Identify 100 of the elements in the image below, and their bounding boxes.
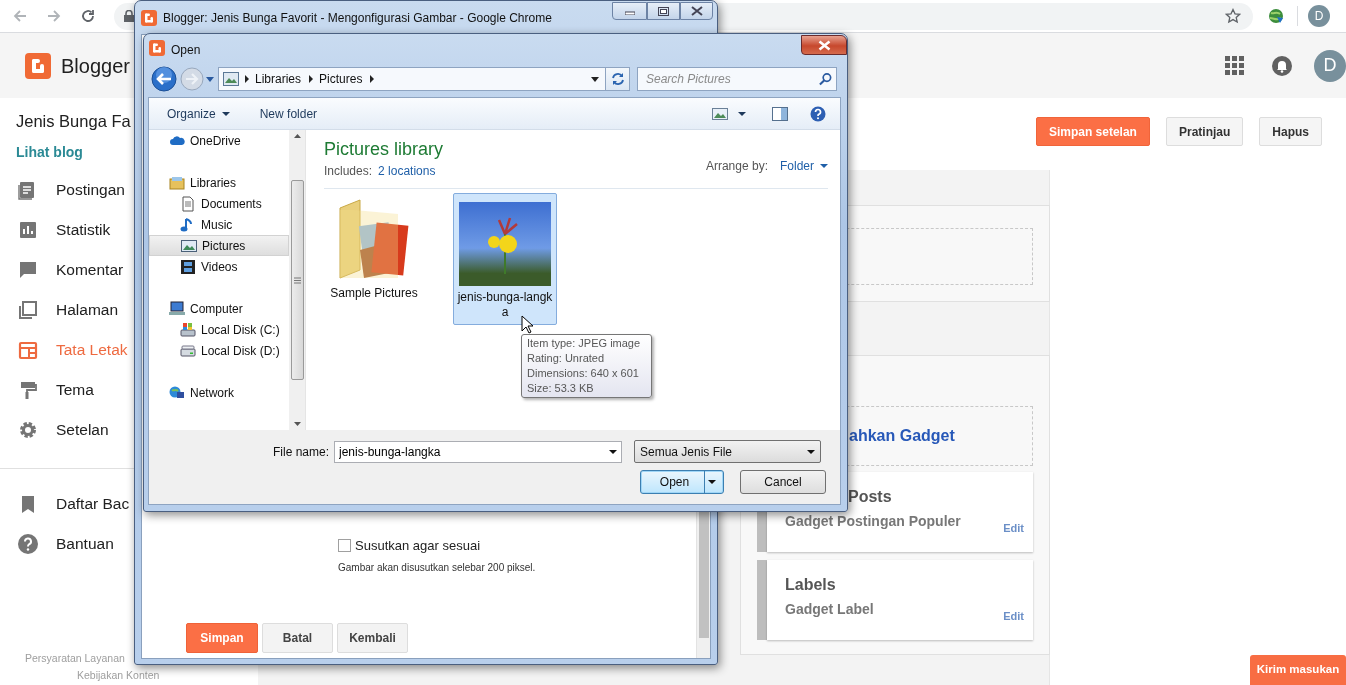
blogger-logo-icon [25, 52, 51, 79]
maximize-icon [658, 6, 669, 16]
globe-extension-icon[interactable] [1267, 8, 1285, 24]
preview-pane-icon [772, 106, 788, 121]
library-title: Pictures library [324, 138, 444, 160]
close-icon [817, 39, 831, 51]
dropdown-caret-icon[interactable] [591, 76, 599, 82]
close-button[interactable] [801, 35, 847, 55]
gadget-title: Labels [785, 575, 837, 595]
scrollbar[interactable] [289, 130, 305, 430]
mouse-pointer-icon [521, 315, 533, 334]
tree-item[interactable]: Videos [149, 256, 289, 277]
field-label: File name: [271, 443, 330, 461]
library-icon [169, 174, 185, 191]
window-title: Blogger: Jenis Bunga Favorit - Mengonfigurasi Gambar - Google Chrome [163, 9, 552, 27]
locations-link[interactable]: 2 locations [378, 164, 436, 178]
drive-icon [180, 342, 196, 359]
tree-item[interactable]: Local Disk (D:) [149, 340, 289, 361]
maximize-button[interactable] [647, 2, 680, 20]
checkbox-label[interactable]: Susutkan agar sesuai [355, 535, 481, 555]
caret-down-icon [707, 480, 716, 484]
search-field[interactable]: Search Pictures [637, 67, 837, 91]
notification-bell-icon[interactable] [1272, 55, 1292, 76]
file-item[interactable]: Sample Pictures [328, 193, 420, 325]
settings-icon [18, 420, 38, 440]
breadcrumb-item[interactable]: Pictures [319, 70, 363, 88]
address-bar[interactable]: Libraries Pictures [218, 67, 606, 91]
tree-item[interactable]: Documents [149, 193, 289, 214]
tree-item[interactable]: Pictures [149, 235, 289, 256]
scroll-up-arrow-icon [293, 134, 301, 138]
action-button[interactable]: Hapus [1259, 117, 1322, 146]
sidebar-item[interactable]: Bantuan [0, 524, 114, 564]
recent-pages-button[interactable] [206, 76, 214, 82]
helper-text: Gambar akan disusutkan selebar 200 piksel. [338, 561, 537, 575]
drive-icon [180, 321, 196, 338]
pages-icon [18, 300, 38, 320]
reload-icon[interactable] [80, 8, 96, 24]
grip-icon [293, 276, 301, 284]
action-button[interactable]: Pratinjau [1165, 117, 1244, 146]
checkbox[interactable] [338, 538, 351, 552]
search-icon [819, 72, 832, 86]
brand-name: Blogger [61, 53, 130, 79]
blogger-logo-icon [149, 40, 165, 56]
view-blog-link[interactable]: Lihat blog [0, 142, 83, 162]
sidebar-item[interactable]: Daftar Bac [0, 484, 130, 524]
gadget-description: Gadget Postingan Populer [785, 512, 961, 531]
sidebar-item[interactable]: Komentar [0, 250, 124, 290]
search-input[interactable]: Search Pictures [646, 70, 819, 88]
tree-item[interactable]: Libraries [149, 172, 289, 193]
gadget-description: Gadget Label [785, 600, 874, 619]
network-icon [169, 384, 185, 401]
picture-view-icon [712, 107, 728, 120]
file-item[interactable]: jenis-bunga-langka [453, 193, 557, 325]
tooltip-line: Item type: JPEG image [527, 336, 642, 351]
sidebar-item[interactable]: Postingan [0, 170, 125, 210]
open-button[interactable]: Open [640, 470, 724, 494]
caret-down-icon [206, 76, 214, 82]
document-icon [180, 195, 196, 212]
sidebar-item[interactable]: Halaman [0, 290, 119, 330]
apps-grid-icon[interactable] [1225, 56, 1244, 75]
caret-down-icon [221, 111, 230, 116]
breadcrumb-item[interactable]: Libraries [255, 70, 302, 88]
close-button[interactable] [680, 2, 713, 20]
refresh-arrows-icon [610, 72, 625, 86]
file-name-field[interactable]: jenis-bunga-langka [334, 440, 622, 463]
dropdown-caret-icon [609, 449, 617, 454]
tree-item[interactable]: Computer [149, 298, 289, 319]
gadget-title: Posts [847, 487, 893, 507]
scroll-down-arrow-icon [293, 422, 301, 426]
dialog-button[interactable]: Batal [262, 623, 333, 653]
caret-down-icon [738, 111, 746, 116]
cancel-button[interactable]: Cancel [740, 470, 826, 494]
lock-icon [124, 10, 134, 22]
includes-label: Includes: [324, 164, 373, 178]
tree-item[interactable]: Network [149, 382, 289, 403]
refresh-button[interactable] [606, 67, 630, 91]
help-icon [810, 105, 826, 122]
blog-title: Jenis Bunga Fa [15, 111, 131, 132]
help-icon [18, 534, 38, 554]
chevron-icon [309, 75, 314, 83]
file-name: jenis-bunga-langka [457, 290, 553, 320]
tree-item[interactable]: OneDrive [149, 130, 289, 151]
toolbar-button[interactable]: Organize [161, 102, 236, 125]
file-type-dropdown[interactable]: Semua Jenis File [634, 440, 821, 463]
back-button[interactable] [151, 66, 177, 92]
film-icon [180, 258, 196, 275]
caret-down-icon [820, 163, 828, 168]
toolbar-button[interactable]: New folder [253, 102, 324, 125]
sidebar-item[interactable]: Tema [0, 370, 94, 410]
drag-handle[interactable] [757, 560, 767, 640]
arrange-dropdown[interactable]: Folder [780, 156, 828, 175]
tooltip-line: Size: 53.3 KB [527, 381, 595, 396]
library-folder-icon [223, 72, 239, 86]
sidebar-item[interactable]: Setelan [0, 410, 109, 450]
tree-item[interactable]: Music [149, 214, 289, 235]
chevron-icon [245, 75, 249, 83]
bookmark-star-icon[interactable] [1225, 8, 1241, 24]
tree-item[interactable]: Local Disk (C:) [149, 319, 289, 340]
dialog-button[interactable]: Kembali [337, 623, 408, 653]
sidebar-item[interactable]: Statistik [0, 210, 111, 250]
